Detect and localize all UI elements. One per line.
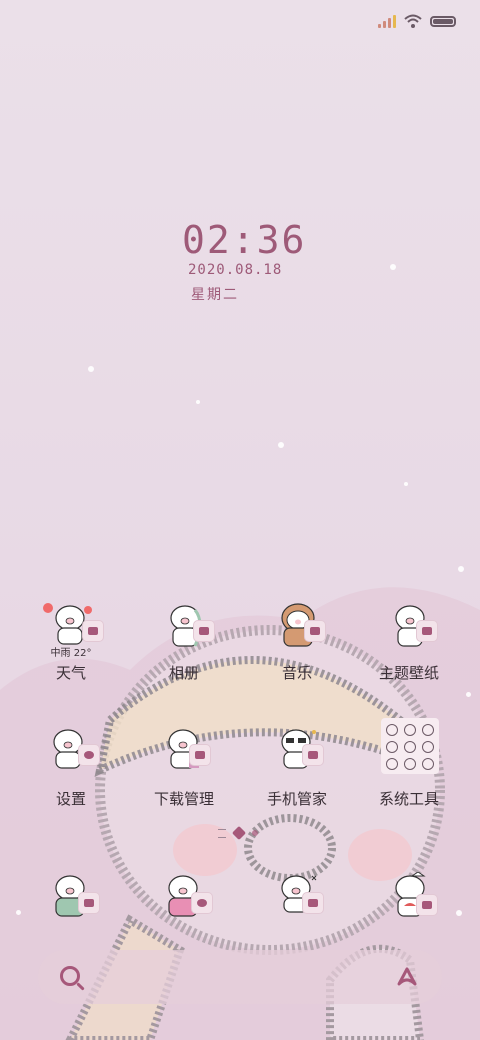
shield-icon — [302, 744, 324, 766]
page-dot — [252, 830, 258, 836]
app-security[interactable]: 手机管家 — [242, 726, 352, 836]
clock-weekday: 星期二 — [191, 287, 239, 303]
page-indicator[interactable] — [218, 825, 258, 841]
app-gallery[interactable]: 相册 — [129, 600, 239, 710]
music-note-icon — [304, 620, 326, 642]
signal-icon — [378, 14, 396, 28]
chat-bubble-icon — [302, 892, 324, 914]
snowflake — [404, 482, 408, 486]
app-label: 天气 — [55, 664, 86, 682]
battery-icon — [430, 15, 456, 27]
app-music[interactable]: 音乐 — [242, 600, 352, 710]
app-label: 手机管家 — [266, 790, 327, 808]
app-label: 音乐 — [281, 664, 312, 682]
clock-date: 2020.08.18 — [188, 262, 283, 278]
snowflake — [196, 400, 200, 404]
assistant-icon[interactable] — [396, 966, 418, 988]
image-icon — [193, 620, 215, 642]
download-icon — [189, 744, 211, 766]
gear-icon — [78, 744, 100, 766]
app-label: 设置 — [55, 790, 86, 808]
app-themes[interactable]: 主题壁纸 — [354, 600, 464, 710]
app-label: 系统工具 — [378, 790, 439, 808]
search-bar[interactable] — [38, 950, 442, 1004]
planet-icon — [191, 892, 213, 914]
snowflake — [458, 566, 464, 572]
snowflake — [88, 366, 94, 372]
phone-icon — [78, 892, 100, 914]
app-label: 相册 — [168, 664, 199, 682]
app-settings[interactable]: 设置 — [16, 726, 126, 836]
search-icon[interactable] — [60, 966, 80, 986]
app-label: 主题壁纸 — [378, 664, 439, 682]
snowflake — [390, 264, 396, 270]
app-weather[interactable]: 中雨 22° 天气 — [16, 600, 126, 710]
cloud-icon — [82, 620, 104, 642]
weather-summary: 中雨 22° — [50, 648, 92, 659]
menu-icon — [218, 828, 226, 838]
system-tools-folder-icon — [381, 718, 439, 774]
clock-time: 02:36 — [182, 218, 307, 262]
camera-icon — [416, 894, 438, 916]
status-bar — [378, 10, 456, 32]
snowflake — [466, 692, 471, 697]
page-dot-active — [231, 825, 247, 841]
app-label: 下载管理 — [153, 790, 214, 808]
app-downloads[interactable]: 下载管理 — [129, 726, 239, 836]
theme-brush-icon — [416, 620, 438, 642]
snowflake — [278, 442, 284, 448]
wifi-icon — [404, 14, 422, 28]
